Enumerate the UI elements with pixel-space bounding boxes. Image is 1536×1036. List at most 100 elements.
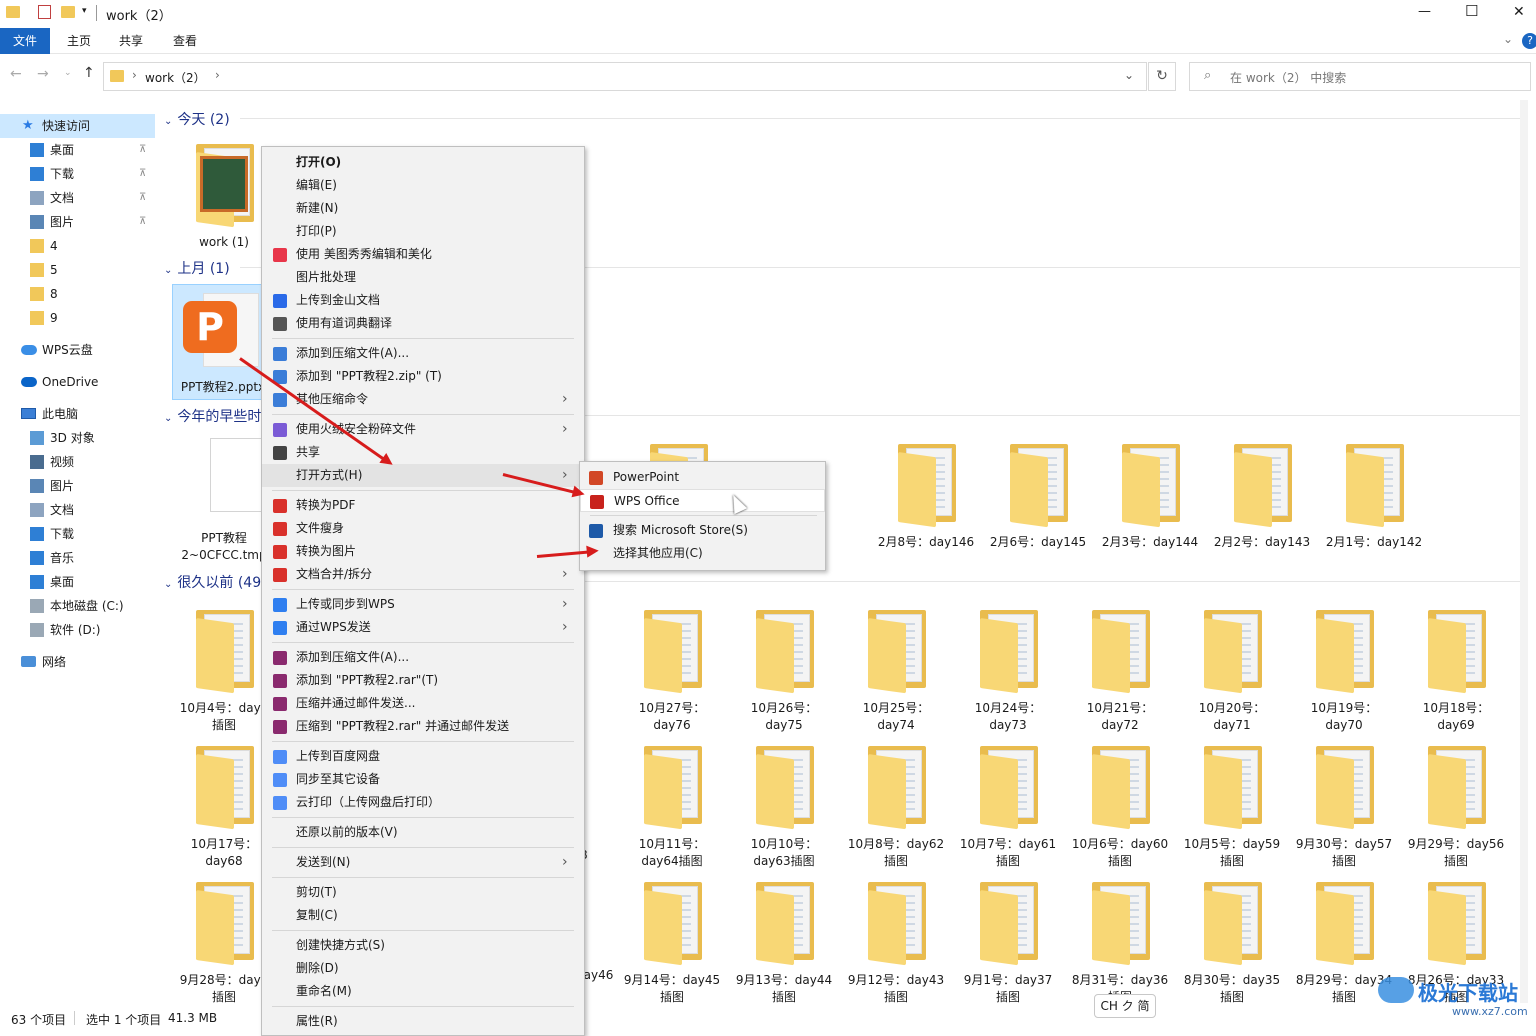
file-tile[interactable]: 10月8号：day62 插图 bbox=[846, 744, 946, 884]
menu-item-45[interactable]: 属性(R) bbox=[262, 1010, 584, 1033]
breadcrumb-current[interactable]: work（2） bbox=[145, 69, 206, 86]
close-button[interactable]: ✕ bbox=[1513, 4, 1525, 20]
tab-file[interactable]: 文件 bbox=[0, 28, 50, 54]
maximize-button[interactable]: ☐ bbox=[1465, 2, 1478, 20]
nav-quick-access[interactable]: ★ 快速访问 bbox=[0, 114, 155, 138]
menu-item-27[interactable]: 压缩并通过邮件发送... bbox=[262, 692, 584, 715]
file-tile[interactable]: 2月8号：day146 bbox=[876, 442, 976, 582]
menu-item-28[interactable]: 压缩到 "PPT教程2.rar" 并通过邮件发送 bbox=[262, 715, 584, 738]
file-tile[interactable]: 9月13号：day44 插图 bbox=[734, 880, 834, 1003]
file-tile[interactable]: 2月2号：day143 bbox=[1212, 442, 1312, 582]
nav-item-1[interactable]: 下载 ⊼ bbox=[0, 162, 155, 186]
menu-item-4[interactable]: 使用 美图秀秀编辑和美化 bbox=[262, 243, 584, 266]
nav-pc-item-5[interactable]: 音乐 bbox=[0, 546, 155, 570]
menu-item-6[interactable]: 上传到金山文档 bbox=[262, 289, 584, 312]
nav-item-2[interactable]: 文档 ⊼ bbox=[0, 186, 155, 210]
nav-item-5[interactable]: 5 bbox=[0, 258, 155, 282]
menu-item-10[interactable]: 添加到 "PPT教程2.zip" (T) bbox=[262, 365, 584, 388]
refresh-button[interactable]: ↻ bbox=[1148, 62, 1176, 91]
file-tile[interactable]: 9月29号：day56 插图 bbox=[1406, 744, 1506, 884]
file-tile[interactable]: 9月28号：day5 插图 bbox=[174, 880, 274, 1003]
group-today[interactable]: ⌄ 今天 (2) bbox=[164, 109, 230, 129]
nav-pc-item-6[interactable]: 桌面 bbox=[0, 570, 155, 594]
nav-pc-item-4[interactable]: 下载 bbox=[0, 522, 155, 546]
menu-item-25[interactable]: 添加到压缩文件(A)... bbox=[262, 646, 584, 669]
nav-item-7[interactable]: 9 bbox=[0, 306, 155, 330]
menu-item-19[interactable]: 转换为图片 bbox=[262, 540, 584, 563]
menu-item-17[interactable]: 转换为PDF bbox=[262, 494, 584, 517]
submenu-item-4[interactable]: 选择其他应用(C) bbox=[580, 542, 825, 565]
menu-item-9[interactable]: 添加到压缩文件(A)... bbox=[262, 342, 584, 365]
file-tile[interactable]: 10月20号： day71 bbox=[1182, 608, 1282, 748]
menu-item-0[interactable]: 打开(O) bbox=[262, 151, 584, 174]
nav-network[interactable]: 网络 bbox=[0, 650, 155, 674]
qat-dropdown-icon[interactable]: ▾ bbox=[82, 6, 87, 16]
nav-item-4[interactable]: 4 bbox=[0, 234, 155, 258]
file-tile[interactable]: 10月19号： day70 bbox=[1294, 608, 1394, 748]
tab-home[interactable]: 主页 bbox=[56, 28, 102, 54]
tab-share[interactable]: 共享 bbox=[108, 28, 154, 54]
file-tile[interactable]: P PPT教程2.pptx bbox=[172, 284, 272, 400]
file-tile[interactable]: PPT教程 2~0CFCC.tmp bbox=[174, 438, 274, 578]
file-tile[interactable]: 10月5号：day59 插图 bbox=[1182, 744, 1282, 884]
properties-icon[interactable] bbox=[38, 5, 51, 19]
menu-item-32[interactable]: 云打印（上传网盘后打印） bbox=[262, 791, 584, 814]
recent-dropdown-icon[interactable]: ⌄ bbox=[64, 68, 72, 78]
menu-item-31[interactable]: 同步至其它设备 bbox=[262, 768, 584, 791]
search-box[interactable]: ⌕ 在 work（2） 中搜索 bbox=[1189, 62, 1531, 91]
nav-item-3[interactable]: 图片 ⊼ bbox=[0, 210, 155, 234]
file-tile[interactable]: 9月12号：day43 插图 bbox=[846, 880, 946, 1003]
file-tile[interactable]: 10月10号： day63插图 bbox=[734, 744, 834, 884]
file-tile[interactable]: 10月11号： day64插图 bbox=[622, 744, 722, 884]
menu-item-39[interactable]: 复制(C) bbox=[262, 904, 584, 927]
ime-indicator[interactable]: CH ク 简 bbox=[1094, 994, 1156, 1018]
menu-item-34[interactable]: 还原以前的版本(V) bbox=[262, 821, 584, 844]
file-tile[interactable]: 9月14号：day45 插图 bbox=[622, 880, 722, 1003]
ribbon-expand-icon[interactable]: ⌄ bbox=[1503, 32, 1513, 46]
menu-item-13[interactable]: 使用火绒安全粉碎文件 › bbox=[262, 418, 584, 441]
submenu-item-3[interactable]: 搜索 Microsoft Store(S) bbox=[580, 519, 825, 542]
menu-item-3[interactable]: 打印(P) bbox=[262, 220, 584, 243]
menu-item-42[interactable]: 删除(D) bbox=[262, 957, 584, 980]
menu-item-30[interactable]: 上传到百度网盘 bbox=[262, 745, 584, 768]
nav-pc-item-7[interactable]: 本地磁盘 (C:) bbox=[0, 594, 155, 618]
menu-item-41[interactable]: 创建快捷方式(S) bbox=[262, 934, 584, 957]
file-tile[interactable]: 10月7号：day61 插图 bbox=[958, 744, 1058, 884]
menu-item-43[interactable]: 重命名(M) bbox=[262, 980, 584, 1003]
file-tile[interactable]: 10月6号：day60 插图 bbox=[1070, 744, 1170, 884]
submenu-item-0[interactable]: PowerPoint bbox=[580, 466, 825, 489]
help-icon[interactable]: ? bbox=[1522, 33, 1536, 49]
file-tile[interactable]: 2月6号：day145 bbox=[988, 442, 1088, 582]
menu-item-5[interactable]: 图片批处理 bbox=[262, 266, 584, 289]
scrollbar[interactable] bbox=[1520, 100, 1528, 1003]
minimize-button[interactable]: — bbox=[1418, 4, 1431, 19]
file-tile[interactable]: 10月18号： day69 bbox=[1406, 608, 1506, 748]
file-tile[interactable]: 10月25号： day74 bbox=[846, 608, 946, 748]
nav-this-pc[interactable]: 此电脑 bbox=[0, 402, 155, 426]
menu-item-7[interactable]: 使用有道词典翻译 bbox=[262, 312, 584, 335]
file-tile[interactable]: 8月30号：day35 插图 bbox=[1182, 880, 1282, 1003]
file-tile[interactable]: 9月30号：day57 插图 bbox=[1294, 744, 1394, 884]
address-bar[interactable]: › work（2） › ⌄ bbox=[103, 62, 1147, 91]
menu-item-20[interactable]: 文档合并/拆分 › bbox=[262, 563, 584, 586]
menu-item-36[interactable]: 发送到(N) › bbox=[262, 851, 584, 874]
submenu-item-1[interactable]: WPS Office bbox=[580, 489, 825, 512]
file-tile[interactable]: 2月3号：day144 bbox=[1100, 442, 1200, 582]
tab-view[interactable]: 查看 bbox=[162, 28, 208, 54]
file-tile[interactable]: 10月24号： day73 bbox=[958, 608, 1058, 748]
nav-pc-item-0[interactable]: 3D 对象 bbox=[0, 426, 155, 450]
new-folder-icon[interactable] bbox=[61, 6, 75, 18]
nav-pc-item-2[interactable]: 图片 bbox=[0, 474, 155, 498]
menu-item-18[interactable]: 文件瘦身 bbox=[262, 517, 584, 540]
file-tile[interactable]: 8月31号：day36插图 bbox=[1070, 880, 1170, 1003]
menu-item-22[interactable]: 上传或同步到WPS › bbox=[262, 593, 584, 616]
up-icon[interactable]: ↑ bbox=[83, 65, 95, 81]
forward-icon[interactable]: → bbox=[37, 66, 49, 82]
menu-item-23[interactable]: 通过WPS发送 › bbox=[262, 616, 584, 639]
group-earlier-this-year[interactable]: ⌄ 今年的早些时 bbox=[164, 406, 261, 426]
nav-wps-cloud[interactable]: WPS云盘 bbox=[0, 338, 155, 362]
menu-item-2[interactable]: 新建(N) bbox=[262, 197, 584, 220]
nav-item-6[interactable]: 8 bbox=[0, 282, 155, 306]
nav-onedrive[interactable]: OneDrive bbox=[0, 370, 155, 394]
menu-item-1[interactable]: 编辑(E) bbox=[262, 174, 584, 197]
